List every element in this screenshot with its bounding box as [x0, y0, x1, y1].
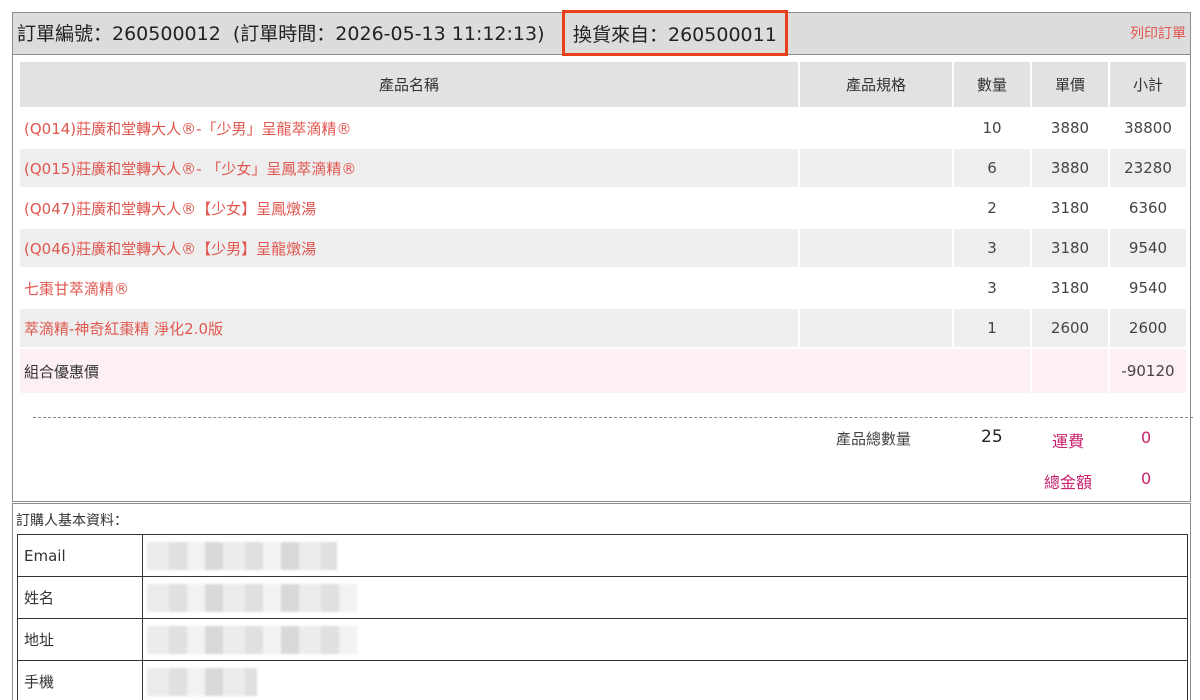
table-row: 七棗甘萃滴精® 3 3180 9540: [20, 269, 1186, 307]
buyer-info-table: Email 姓名 地址 手機: [17, 534, 1188, 700]
product-qty: 10: [954, 109, 1030, 147]
buyer-row-mobile: 手機: [17, 660, 1188, 700]
total-amount-value: 0: [1141, 469, 1152, 488]
redacted-blur: [147, 542, 337, 570]
table-row: (Q014)莊廣和堂轉大人®-「少男」呈龍萃滴精® 10 3880 38800: [20, 109, 1186, 147]
buyer-info-title: 訂購人基本資料：: [16, 513, 128, 529]
buyer-value-name-redacted: [142, 576, 1188, 619]
product-subtotal: 9540: [1110, 269, 1186, 307]
buyer-label-name: 姓名: [17, 576, 143, 619]
order-header: 訂單編號：260500012 (訂單時間：2026-05-13 11:12:13…: [13, 10, 1190, 56]
redacted-blur: [147, 584, 357, 612]
total-qty-label: 產品總數量: [836, 430, 912, 448]
shipping-label: 運費: [1052, 432, 1085, 451]
redacted-blur: [147, 668, 257, 696]
product-price: 3880: [1032, 109, 1108, 147]
product-spec: [800, 229, 952, 267]
buyer-info-panel: 訂購人基本資料： Email 姓名 地址 手機: [12, 503, 1191, 700]
table-header-row: 產品名稱 產品規格 數量 單價 小計: [20, 62, 1186, 107]
product-name-link[interactable]: (Q014)莊廣和堂轉大人®-「少男」呈龍萃滴精®: [20, 109, 798, 147]
product-price: 3180: [1032, 229, 1108, 267]
col-header-qty: 數量: [954, 62, 1030, 107]
order-panel: 訂單編號：260500012 (訂單時間：2026-05-13 11:12:13…: [12, 10, 1193, 502]
order-time: (訂單時間：2026-05-13 11:12:13): [232, 23, 545, 45]
col-header-price: 單價: [1032, 62, 1108, 107]
product-subtotal: 6360: [1110, 189, 1186, 227]
buyer-label-address: 地址: [17, 618, 143, 661]
shipping-value: 0: [1141, 428, 1152, 447]
product-name-link[interactable]: (Q015)莊廣和堂轉大人®- 「少女」呈鳳萃滴精®: [20, 149, 798, 187]
product-subtotal: 2600: [1110, 309, 1186, 347]
product-name-link[interactable]: (Q046)莊廣和堂轉大人®【少男】呈龍燉湯: [20, 229, 798, 267]
table-row: 萃滴精-神奇紅棗精 淨化2.0版 1 2600 2600: [20, 309, 1186, 347]
buyer-row-name: 姓名: [17, 576, 1188, 619]
product-price: 3180: [1032, 189, 1108, 227]
order-number: 訂單編號：260500012: [17, 23, 221, 45]
buyer-row-address: 地址: [17, 618, 1188, 661]
exchange-from: 換貨來自：260500011: [562, 10, 788, 56]
combo-discount-row: 組合優惠價 -90120: [20, 349, 1186, 393]
product-spec: [800, 109, 952, 147]
print-order-link[interactable]: 列印訂單: [1130, 13, 1186, 55]
product-subtotal: 38800: [1110, 109, 1186, 147]
col-header-name: 產品名稱: [20, 62, 798, 107]
product-spec: [800, 189, 952, 227]
buyer-value-mobile-redacted: [142, 660, 1188, 700]
redacted-blur: [147, 626, 357, 654]
product-price: 3180: [1032, 269, 1108, 307]
combo-discount-label: 組合優惠價: [20, 349, 1030, 393]
product-name-link[interactable]: 七棗甘萃滴精®: [20, 269, 798, 307]
product-qty: 3: [954, 269, 1030, 307]
col-header-subtotal: 小計: [1110, 62, 1186, 107]
order-number-and-time: 訂單編號：260500012 (訂單時間：2026-05-13 11:12:13…: [17, 13, 545, 55]
product-spec: [800, 269, 952, 307]
product-spec: [800, 309, 952, 347]
buyer-label-mobile: 手機: [17, 660, 143, 700]
product-name-link[interactable]: (Q047)莊廣和堂轉大人®【少女】呈鳳燉湯: [20, 189, 798, 227]
buyer-value-email-redacted: [142, 534, 1188, 577]
product-qty: 6: [954, 149, 1030, 187]
product-name-link[interactable]: 萃滴精-神奇紅棗精 淨化2.0版: [20, 309, 798, 347]
product-subtotal: 9540: [1110, 229, 1186, 267]
buyer-value-address-redacted: [142, 618, 1188, 661]
divider: [33, 417, 1193, 418]
product-qty: 3: [954, 229, 1030, 267]
product-subtotal: 23280: [1110, 149, 1186, 187]
table-row: (Q047)莊廣和堂轉大人®【少女】呈鳳燉湯 2 3180 6360: [20, 189, 1186, 227]
product-qty: 2: [954, 189, 1030, 227]
order-items-table: 產品名稱 產品規格 數量 單價 小計 (Q014)莊廣和堂轉大人®-「少男」呈龍…: [18, 60, 1188, 395]
combo-blank: [1032, 349, 1108, 393]
product-qty: 1: [954, 309, 1030, 347]
buyer-label-email: Email: [17, 534, 143, 577]
table-row: (Q046)莊廣和堂轉大人®【少男】呈龍燉湯 3 3180 9540: [20, 229, 1186, 267]
product-price: 2600: [1032, 309, 1108, 347]
product-spec: [800, 149, 952, 187]
total-qty-value: 25: [981, 427, 1003, 447]
table-row: (Q015)莊廣和堂轉大人®- 「少女」呈鳳萃滴精® 6 3880 23280: [20, 149, 1186, 187]
buyer-row-email: Email: [17, 534, 1188, 577]
col-header-spec: 產品規格: [800, 62, 952, 107]
combo-discount-value: -90120: [1110, 349, 1186, 393]
product-price: 3880: [1032, 149, 1108, 187]
total-amount-label: 總金額: [1044, 473, 1093, 492]
